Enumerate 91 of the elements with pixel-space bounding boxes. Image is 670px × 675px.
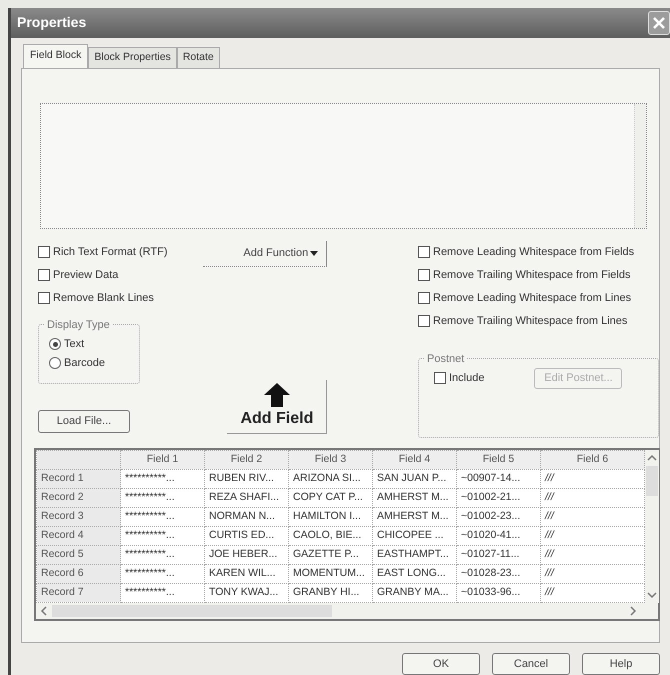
table-cell: COPY CAT P... [288,488,372,507]
table-cell: ~01002-21... [456,488,540,507]
table-cell: SAN JUAN P... [372,469,456,488]
scroll-thumb[interactable] [52,604,332,616]
window-title: Properties [17,13,86,32]
table-cell: **********... [120,507,204,526]
table-cell: **********... [120,545,204,564]
add-function-dropdown[interactable]: Add Function [203,240,328,266]
checkbox-label[interactable]: Remove Leading Whitespace from Fields [433,244,634,260]
row-header[interactable]: Record 2 [36,488,120,507]
table-cell: GAZETTE P... [288,545,372,564]
scroll-up-icon [646,454,658,462]
row-header[interactable]: Record 6 [36,564,120,583]
table-cell: **********... [120,488,204,507]
dialog-button[interactable]: Cancel [492,653,570,675]
radio-button[interactable] [49,357,61,369]
checkbox-label[interactable]: Preview Data [53,266,118,284]
checkbox-label[interactable]: Remove Trailing Whitespace from Fields [433,266,630,284]
column-header[interactable]: Field 3 [288,450,372,469]
checkbox[interactable] [38,292,50,304]
tab[interactable]: Rotate [176,46,220,68]
close-button[interactable] [648,10,670,35]
table-cell: ~01033-96... [456,583,540,602]
table-cell: GRANBY HI... [288,583,372,602]
column-header[interactable]: Field 4 [372,450,456,469]
row-header[interactable]: Record 5 [36,545,120,564]
column-header[interactable]: Field 1 [120,450,204,469]
table-cell: ARIZONA SI... [288,469,372,488]
radio-button[interactable] [49,338,61,350]
scroll-right-icon [628,606,638,616]
table-cell: ~00907-14... [456,469,540,488]
checkbox-label[interactable]: Remove Leading Whitespace from Lines [433,290,632,306]
row-header[interactable]: Record 4 [36,526,120,545]
scroll-thumb[interactable] [646,466,658,496]
table-cell: MOMENTUM... [288,564,372,583]
scroll-left-icon [39,606,49,616]
checkbox[interactable] [38,246,50,258]
close-icon [652,16,666,30]
tab[interactable]: Field Block [23,44,88,68]
table-cell: EASTHAMPT... [372,545,456,564]
table-cell: AMHERST M... [372,488,456,507]
add-field-button[interactable]: Add Field [227,380,328,434]
table-cell: JOE HEBER... [204,545,288,564]
up-arrow-icon [264,382,290,406]
checkbox[interactable] [418,315,430,327]
dialog-button[interactable]: OK [402,653,480,675]
table-cell: RUBEN RIV... [204,469,288,488]
radio-label[interactable]: Text [64,336,84,352]
column-header[interactable]: Field 2 [204,450,288,469]
checkbox[interactable] [418,246,430,258]
table-cell: EAST LONG... [372,564,456,583]
checkbox-label[interactable]: Remove Trailing Whitespace from Lines [433,312,628,330]
checkbox[interactable] [434,372,446,384]
table-cell: TONY KWAJ... [204,583,288,602]
table-cell: ~01020-41... [456,526,540,545]
row-header[interactable]: Record 3 [36,507,120,526]
checkbox-label[interactable]: Remove Blank Lines [53,290,154,306]
table-cell: **********... [120,526,204,545]
table-cell: CURTIS ED... [204,526,288,545]
column-header[interactable]: Field 5 [456,450,540,469]
table-cell: CHICOPEE ... [372,526,456,545]
checkbox-label[interactable]: Include [449,370,484,386]
scroll-down-icon [646,590,658,598]
checkbox[interactable] [38,269,50,281]
table-cell: AMHERST M... [372,507,456,526]
dialog-button[interactable]: Help [582,653,660,675]
table-cell: **********... [120,469,204,488]
row-header[interactable]: Record 7 [36,583,120,602]
table-cell: HAMILTON I... [288,507,372,526]
tab[interactable]: Block Properties [88,46,177,68]
vertical-scrollbar[interactable] [645,450,659,602]
column-header[interactable]: Field 6 [540,450,644,469]
table-cell: **********... [120,564,204,583]
table-cell: ~01028-23... [456,564,540,583]
caret-icon [310,250,318,256]
table-cell: NORMAN N... [204,507,288,526]
checkbox[interactable] [418,269,430,281]
table-cell: CAOLO, BIE... [288,526,372,545]
table-cell: GRANBY MA... [372,583,456,602]
table-cell: ~01027-11... [456,545,540,564]
checkbox[interactable] [418,292,430,304]
horizontal-scrollbar[interactable] [36,602,658,618]
checkbox-label[interactable]: Rich Text Format (RTF) [53,244,168,260]
row-header[interactable]: Record 1 [36,469,120,488]
table-cell: REZA SHAFI... [204,488,288,507]
load-file-button[interactable]: Load File... [38,410,130,432]
table-cell: KAREN WIL... [204,564,288,583]
radio-label[interactable]: Barcode [64,354,105,372]
table-cell: ~01002-23... [456,507,540,526]
vertical-scrollbar[interactable] [634,104,646,228]
table-cell: **********... [120,583,204,602]
